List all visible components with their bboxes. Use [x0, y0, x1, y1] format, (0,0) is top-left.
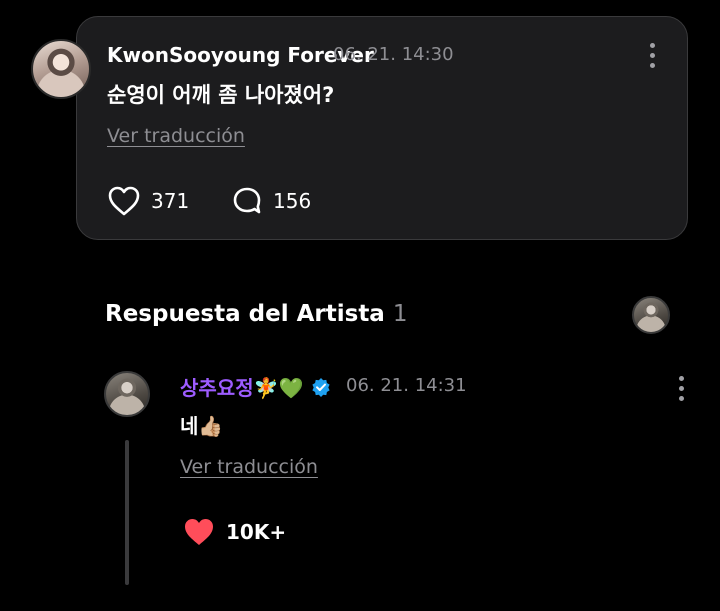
reply-translate-link[interactable]: Ver traducción [180, 456, 318, 478]
heart-filled-icon [185, 519, 213, 545]
reply-author[interactable]: 상추요정🧚💚 [180, 372, 331, 401]
reply-author-name: 상추요정🧚💚 [180, 376, 304, 400]
heart-outline-icon [108, 186, 140, 216]
post-card: KwonSooyoung Forever 06. 21. 14:30 순영이 어… [76, 16, 688, 240]
artist-response-header: Respuesta del Artista 1 [105, 301, 407, 327]
reply-more-menu-icon[interactable] [678, 376, 684, 401]
post-timestamp: 06. 21. 14:30 [333, 44, 454, 65]
post-translate-link[interactable]: Ver traducción [107, 125, 245, 147]
artist-header-avatar[interactable] [632, 296, 670, 334]
post-like-count: 371 [151, 189, 190, 213]
artist-response-title: Respuesta del Artista [105, 301, 385, 327]
artist-response-count: 1 [392, 301, 408, 327]
reply-like-button[interactable]: 10K+ [182, 516, 286, 548]
speech-bubble-icon [233, 187, 261, 214]
reply-text: 네👍🏼 [180, 414, 224, 438]
post-comment-button[interactable]: 156 [231, 185, 311, 217]
post-comment-count: 156 [273, 189, 312, 213]
reply-author-avatar[interactable] [104, 371, 150, 417]
reply-like-count: 10K+ [226, 520, 287, 544]
post-text: 순영이 어깨 좀 나아졌어? [107, 83, 335, 107]
post-like-button[interactable]: 371 [107, 185, 189, 217]
verified-badge-icon [312, 377, 331, 397]
thread-line [125, 440, 129, 585]
post-more-menu-icon[interactable] [649, 43, 655, 68]
reply-timestamp: 06. 21. 14:31 [346, 375, 467, 396]
post-author-avatar[interactable] [31, 39, 91, 99]
